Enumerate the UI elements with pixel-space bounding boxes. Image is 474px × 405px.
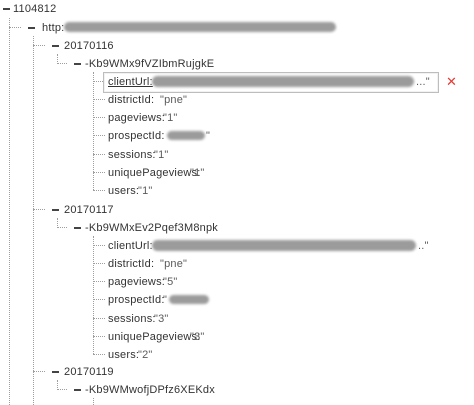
collapse-toggle-icon[interactable] bbox=[52, 209, 59, 211]
field-value-uniquepageviews[interactable]: "1" bbox=[190, 167, 205, 179]
field-key-clienturl[interactable]: clientUrl: bbox=[108, 76, 153, 88]
redacted-value bbox=[152, 240, 416, 251]
tree-line bbox=[33, 36, 34, 405]
redacted-value bbox=[167, 131, 205, 140]
date-node-label[interactable]: 20170116 bbox=[64, 40, 114, 52]
field-key-uniquepageviews[interactable]: uniquePageviews: bbox=[108, 167, 200, 179]
field-key-sessions[interactable]: sessions: bbox=[108, 149, 156, 161]
tree-line bbox=[93, 135, 105, 136]
tree-line bbox=[33, 45, 45, 46]
tree-line bbox=[93, 299, 105, 300]
field-value-sessions[interactable]: "3" bbox=[154, 313, 169, 325]
field-key-prospectid[interactable]: prospectId: bbox=[108, 130, 165, 142]
redacted-url bbox=[64, 22, 336, 32]
date-node-label[interactable]: 20170117 bbox=[64, 204, 114, 216]
field-key-uniquepageviews[interactable]: uniquePageviews: bbox=[108, 331, 200, 343]
redacted-value bbox=[152, 76, 414, 87]
field-key-prospectid[interactable]: prospectId: bbox=[108, 294, 165, 306]
field-value-sessions[interactable]: "1" bbox=[154, 149, 169, 161]
tree-line bbox=[93, 190, 105, 191]
tree-line bbox=[93, 172, 105, 173]
collapse-toggle-icon[interactable] bbox=[74, 389, 81, 391]
field-key-districtid[interactable]: districtId: bbox=[108, 94, 154, 106]
tree-line bbox=[33, 209, 45, 210]
tree-line bbox=[57, 389, 67, 390]
field-value-pageviews[interactable]: "5" bbox=[163, 276, 178, 288]
collapse-toggle-icon[interactable] bbox=[74, 227, 81, 229]
tree-line bbox=[93, 398, 94, 405]
close-icon[interactable]: ✕ bbox=[446, 74, 457, 90]
field-value-users[interactable]: "1" bbox=[138, 185, 153, 197]
tree-line bbox=[57, 227, 67, 228]
collapse-toggle-icon[interactable] bbox=[74, 63, 81, 65]
date-node-label[interactable]: 20170119 bbox=[64, 366, 114, 378]
tree-line bbox=[9, 27, 21, 28]
field-key-districtid[interactable]: districtId: bbox=[108, 258, 154, 270]
collapse-toggle-icon[interactable] bbox=[52, 45, 59, 47]
tree-line bbox=[57, 63, 67, 64]
tree-line bbox=[33, 371, 45, 372]
tree-line bbox=[93, 354, 105, 355]
tree-line bbox=[93, 245, 105, 246]
field-value-prospectid[interactable]: " bbox=[206, 130, 210, 142]
collapse-toggle-icon[interactable] bbox=[28, 27, 35, 29]
redacted-value bbox=[169, 295, 209, 304]
field-value-uniquepageviews[interactable]: "3" bbox=[190, 331, 205, 343]
tree-line bbox=[93, 336, 105, 337]
field-key-pageviews[interactable]: pageviews: bbox=[108, 112, 165, 124]
tree-line bbox=[93, 263, 105, 264]
tree-line bbox=[93, 117, 105, 118]
tree-line bbox=[93, 154, 105, 155]
root-node-label[interactable]: 1104812 bbox=[13, 3, 56, 15]
field-value-clienturl[interactable]: ..." bbox=[416, 76, 430, 88]
push-id-label[interactable]: -Kb9WMx9fVZIbmRujgkE bbox=[85, 58, 214, 70]
field-key-users[interactable]: users: bbox=[108, 349, 139, 361]
field-value-clienturl[interactable]: .." bbox=[418, 240, 429, 252]
field-key-sessions[interactable]: sessions: bbox=[108, 313, 156, 325]
tree-line bbox=[93, 281, 105, 282]
field-key-users[interactable]: users: bbox=[108, 185, 139, 197]
field-key-pageviews[interactable]: pageviews: bbox=[108, 276, 165, 288]
tree-line bbox=[93, 99, 105, 100]
collapse-toggle-icon[interactable] bbox=[3, 8, 10, 10]
push-id-label[interactable]: -Kb9WMxEv2Pqef3M8npk bbox=[85, 222, 218, 234]
field-value-districtid[interactable]: "pne" bbox=[160, 258, 187, 270]
tree-line bbox=[93, 318, 105, 319]
field-value-pageviews[interactable]: "1" bbox=[163, 112, 178, 124]
field-value-users[interactable]: "2" bbox=[138, 349, 153, 361]
field-key-clienturl[interactable]: clientUrl: bbox=[108, 240, 153, 252]
push-id-label[interactable]: -Kb9WMwofjDPfz6XEKdx bbox=[85, 384, 215, 396]
field-value-prospectid[interactable]: " bbox=[163, 294, 167, 306]
tree-line bbox=[9, 18, 10, 405]
url-node-label[interactable]: http: bbox=[42, 22, 64, 34]
collapse-toggle-icon[interactable] bbox=[52, 371, 59, 373]
field-value-districtid[interactable]: "pne" bbox=[160, 94, 187, 106]
